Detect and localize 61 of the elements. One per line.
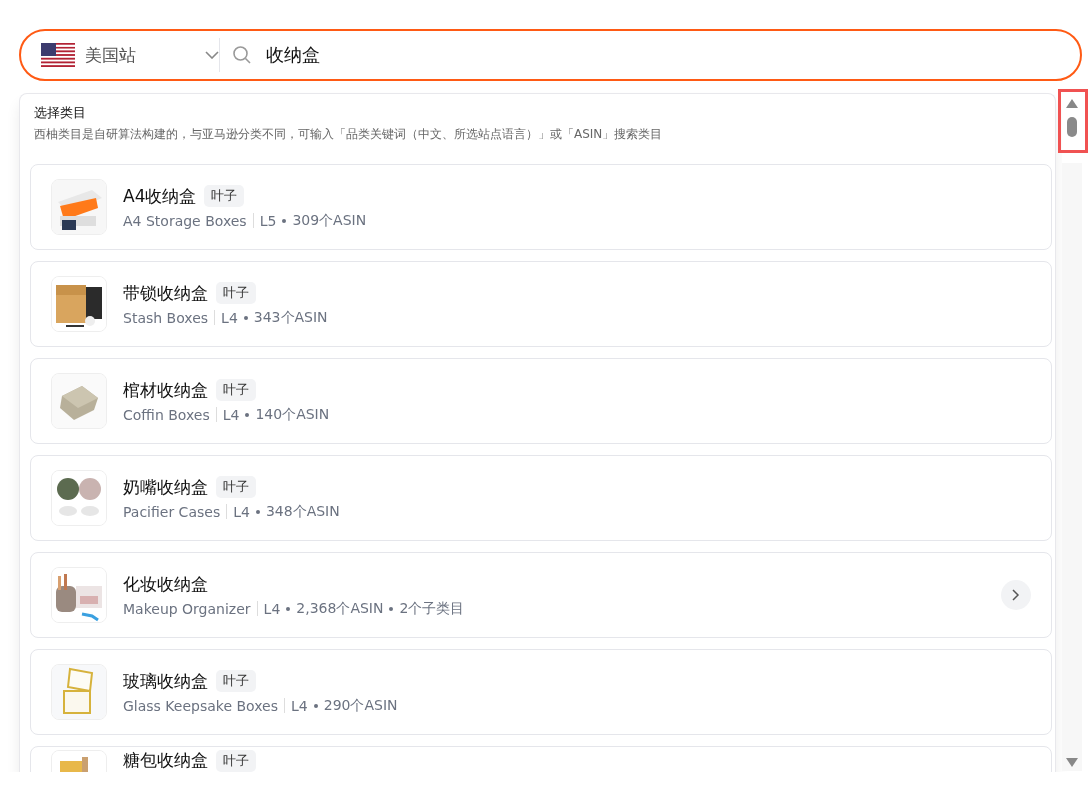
search-query: 收纳盒 xyxy=(266,43,320,67)
category-card[interactable]: 带锁收纳盒 叶子 Stash Boxes L4 343个ASIN xyxy=(30,261,1052,347)
category-title: 带锁收纳盒 xyxy=(123,281,208,305)
panel-title: 选择类目 xyxy=(34,104,87,122)
separator-dot-icon xyxy=(389,606,394,611)
search-field[interactable]: 美国站 收纳盒 xyxy=(19,29,1082,81)
category-level: L4 xyxy=(233,503,250,520)
category-english-name: Makeup Organizer xyxy=(123,600,251,617)
category-level: L4 xyxy=(221,309,238,326)
category-title: A4收纳盒 xyxy=(123,184,197,208)
leaf-tag: 叶子 xyxy=(204,185,245,207)
subcategory-count: 2个子类目 xyxy=(399,599,465,618)
category-english-name: Glass Keepsake Boxes xyxy=(123,697,278,714)
leaf-tag: 叶子 xyxy=(216,282,256,304)
category-title: 奶嘴收纳盒 xyxy=(123,475,208,499)
category-card[interactable]: 奶嘴收纳盒 叶子 Pacifier Cases L4 348个ASIN xyxy=(30,455,1052,541)
category-english-name: Pacifier Cases xyxy=(123,503,221,520)
separator-dot-icon xyxy=(255,509,260,514)
asin-count: 140个ASIN xyxy=(255,405,330,424)
category-level: L4 xyxy=(222,406,240,423)
asin-count: 343个ASIN xyxy=(253,308,328,327)
category-level: L4 xyxy=(263,600,281,617)
separator-dot-icon xyxy=(245,412,250,417)
category-title: 棺材收纳盒 xyxy=(123,378,208,402)
separator-dot-icon xyxy=(282,218,287,223)
category-card[interactable]: 棺材收纳盒 叶子 Coffin Boxes L4 140个ASIN xyxy=(30,358,1052,444)
scroll-down-icon xyxy=(1066,758,1078,767)
separator-dot-icon xyxy=(243,315,248,320)
expand-button[interactable] xyxy=(1001,580,1031,610)
panel-description: 西柚类目是自研算法构建的，与亚马逊分类不同，可输入「品类关键词（中文、所选站点语言）」或「ASIN」搜索类目 xyxy=(34,126,664,143)
category-english-name: Coffin Boxes xyxy=(123,406,210,423)
category-level: L4 xyxy=(291,697,308,714)
chevron-down-icon xyxy=(205,51,219,59)
category-card[interactable]: 化妆收纳盒 Makeup Organizer L4 2,368个ASIN 2个子类目 xyxy=(30,552,1052,638)
category-card[interactable]: 糖包收纳盒 叶子 xyxy=(30,746,1052,772)
asin-count: 309个ASIN xyxy=(292,211,367,230)
flag-icon xyxy=(41,43,75,67)
separator-dot-icon xyxy=(286,606,291,611)
highlight-frame xyxy=(1058,89,1088,153)
leaf-tag: 叶子 xyxy=(216,670,256,692)
scroll-up-icon xyxy=(1066,99,1078,108)
leaf-tag: 叶子 xyxy=(216,379,256,401)
category-title: 化妆收纳盒 xyxy=(123,572,208,596)
site-name: 美国站 xyxy=(85,43,137,67)
category-english-name: Stash Boxes xyxy=(123,309,209,326)
separator-dot-icon xyxy=(313,703,318,708)
leaf-tag: 叶子 xyxy=(216,476,256,498)
category-title: 玻璃收纳盒 xyxy=(123,669,208,693)
asin-count: 2,368个ASIN xyxy=(296,599,384,618)
scroll-thumb[interactable] xyxy=(1067,117,1077,137)
site-selector[interactable]: 美国站 xyxy=(41,43,219,67)
search-icon xyxy=(232,45,252,65)
category-title: 糖包收纳盒 xyxy=(123,751,208,771)
asin-count: 348个ASIN xyxy=(265,502,340,521)
leaf-tag: 叶子 xyxy=(216,750,256,772)
category-english-name: A4 Storage Boxes xyxy=(123,212,247,229)
chevron-right-icon xyxy=(1012,589,1020,601)
asin-count: 290个ASIN xyxy=(323,696,398,715)
category-card[interactable]: 玻璃收纳盒 叶子 Glass Keepsake Boxes L4 290个ASIN xyxy=(30,649,1052,735)
category-card[interactable]: A4收纳盒 叶子 A4 Storage Boxes L5 309个ASIN xyxy=(30,164,1052,250)
category-level: L5 xyxy=(259,212,277,229)
